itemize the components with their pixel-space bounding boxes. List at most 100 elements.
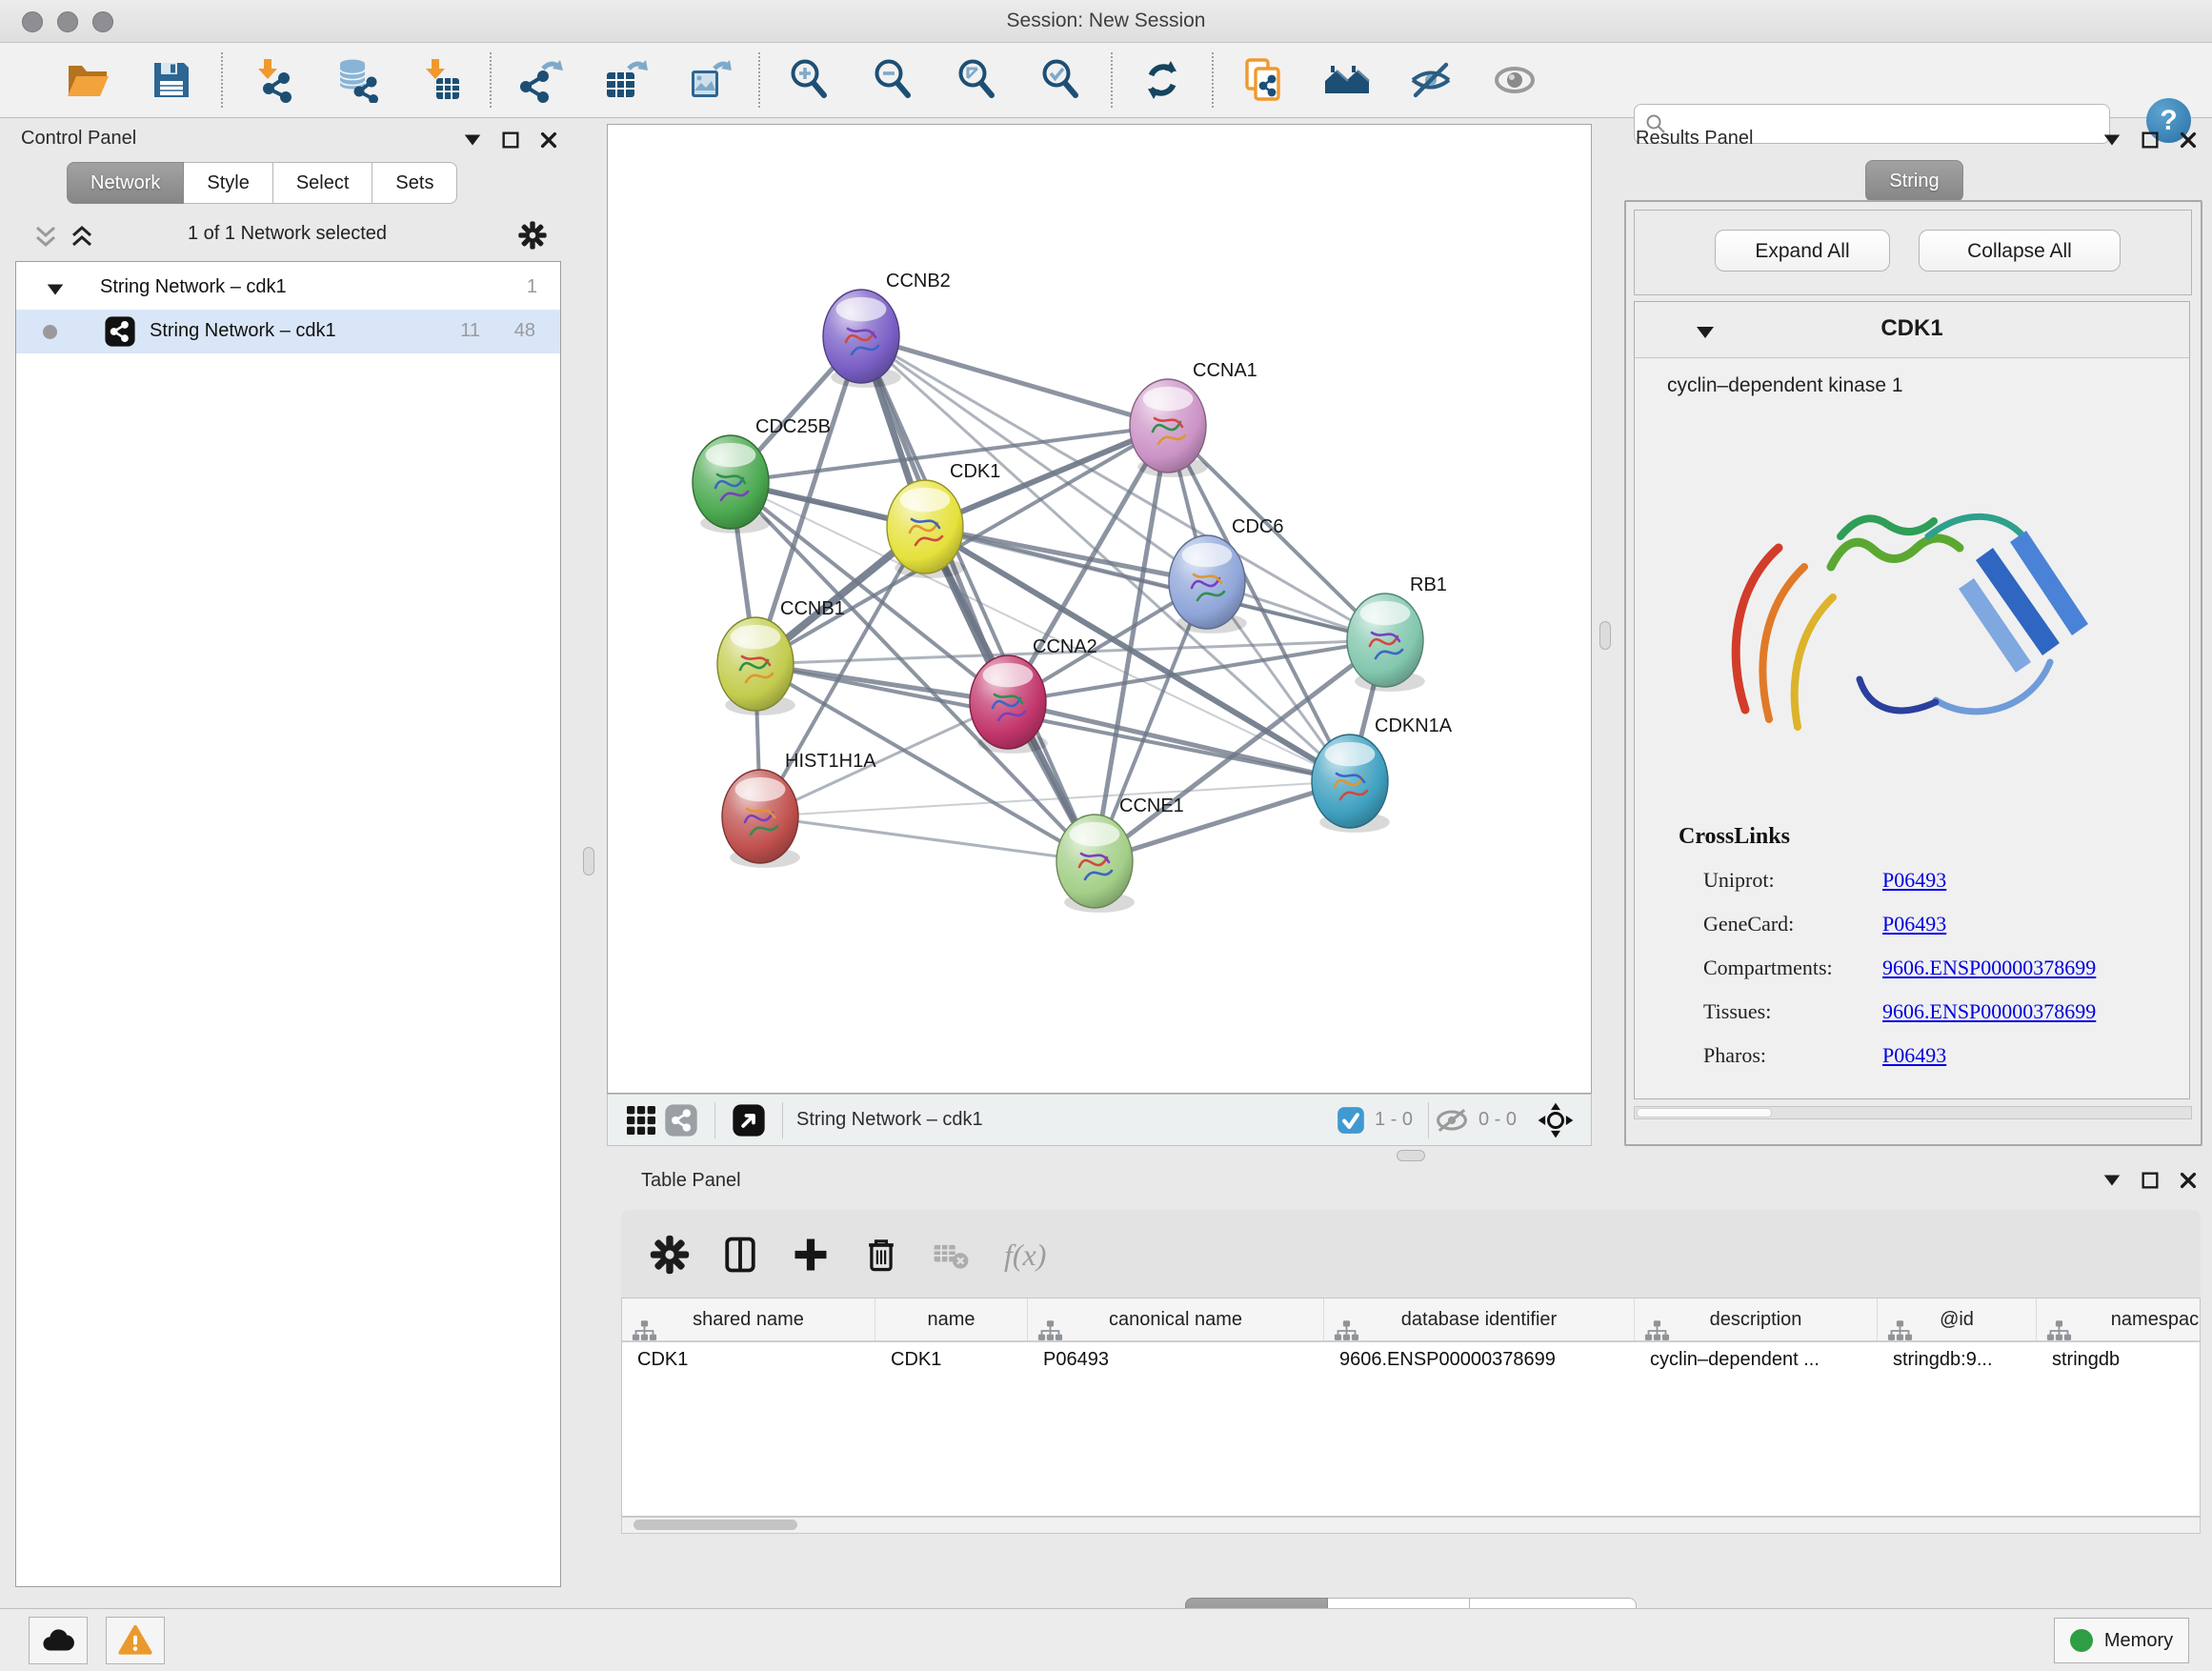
import-table-file-icon[interactable] — [416, 56, 464, 104]
first-neighbors-icon[interactable] — [1323, 56, 1371, 104]
network-options-gear-icon[interactable] — [517, 220, 548, 251]
crosslink-link[interactable]: 9606.ENSP00000378699 — [1882, 956, 2096, 999]
table-horizontal-scrollbar[interactable] — [621, 1517, 2201, 1534]
export-image-icon[interactable] — [685, 56, 733, 104]
scrollbar-thumb[interactable] — [633, 1520, 797, 1530]
table-row[interactable]: CDK1CDK1P064939606.ENSP00000378699cyclin… — [622, 1340, 2201, 1379]
float-panel-icon[interactable] — [2140, 130, 2161, 151]
control-panel-tabs: NetworkStyleSelectSets — [67, 162, 457, 204]
delete-column-icon[interactable] — [859, 1233, 903, 1277]
refresh-view-icon[interactable] — [1138, 56, 1186, 104]
table-options-icon[interactable] — [648, 1233, 692, 1277]
zoom-fit-icon[interactable] — [954, 56, 1001, 104]
crosslink-link[interactable]: P06493 — [1882, 912, 1946, 956]
close-panel-icon[interactable] — [2178, 1170, 2199, 1191]
tab-sets[interactable]: Sets — [372, 162, 457, 204]
column-label: shared name — [693, 1309, 804, 1331]
node-table: shared name namecanonical namedatabase id… — [621, 1298, 2201, 1517]
zoom-in-icon[interactable] — [786, 56, 834, 104]
node-CCNB2[interactable]: CCNB2 — [823, 271, 951, 388]
crosslink-link[interactable]: P06493 — [1882, 868, 1946, 912]
column-header-database-identifier[interactable]: database identifier — [1324, 1299, 1635, 1340]
expand-all-button[interactable]: Expand All — [1715, 230, 1890, 272]
network-graph[interactable]: CCNB2CCNA1CDC25BCDK1CDC6RB1CCNB1CCNA2CDK… — [608, 125, 1591, 1093]
toolbar-separator — [221, 52, 223, 108]
edge-CCNA2-CDKN1A[interactable] — [1008, 702, 1350, 781]
crosslink-label: Tissues: — [1703, 999, 1882, 1043]
left-splitter-grip[interactable] — [583, 847, 594, 876]
cloud-status-button[interactable] — [29, 1617, 88, 1664]
edge-HIST1H1A-CCNE1[interactable] — [760, 816, 1095, 861]
results-horizontal-scrollbar[interactable] — [1634, 1106, 2192, 1119]
node-CDKN1A[interactable]: CDKN1A — [1312, 715, 1453, 833]
hide-selected-icon[interactable] — [1407, 56, 1455, 104]
node-label-CCNE1: CCNE1 — [1119, 795, 1184, 816]
network-collection-row[interactable]: String Network – cdk1 1 — [16, 266, 560, 310]
table-panel: Table Panel f(x) shared namenamecanonica… — [607, 1164, 2212, 1608]
import-network-database-icon[interactable] — [332, 56, 380, 104]
close-panel-icon[interactable] — [2178, 130, 2199, 151]
table-cell: CDK1 — [622, 1340, 875, 1379]
export-network-icon[interactable] — [517, 56, 565, 104]
bottom-splitter-grip[interactable] — [1397, 1150, 1425, 1161]
warnings-button[interactable] — [106, 1617, 165, 1664]
collection-caret-icon[interactable] — [45, 279, 66, 296]
node-label-CDC6: CDC6 — [1232, 516, 1283, 537]
column-header-canonical-name[interactable]: canonical name — [1028, 1299, 1324, 1340]
window-title: Session: New Session — [0, 0, 2212, 42]
float-panel-icon[interactable] — [2140, 1170, 2161, 1191]
zoom-selected-icon[interactable] — [1037, 56, 1085, 104]
select-columns-icon[interactable] — [718, 1233, 762, 1277]
crosslinks-heading: CrossLinks — [1679, 824, 1790, 850]
crosslink-link[interactable]: P06493 — [1882, 1043, 1946, 1087]
column-header--id[interactable]: @id — [1878, 1299, 2037, 1340]
detach-view-icon[interactable] — [729, 1100, 769, 1140]
tab-select[interactable]: Select — [273, 162, 373, 204]
node-CCNE1[interactable]: CCNE1 — [1056, 795, 1184, 913]
edge-CCNB2-CCNE1[interactable] — [861, 336, 1095, 861]
network-row[interactable]: String Network – cdk1 11 48 — [16, 310, 560, 353]
duplicate-network-icon[interactable] — [1239, 56, 1287, 104]
node-HIST1H1A[interactable]: HIST1H1A — [722, 751, 876, 868]
grid-view-icon[interactable] — [621, 1100, 661, 1140]
node-label-HIST1H1A: HIST1H1A — [785, 751, 876, 772]
edge-CDKN1A-CCNE1[interactable] — [1095, 781, 1350, 861]
float-panel-icon[interactable] — [500, 130, 521, 151]
crosslink-label: Compartments: — [1703, 956, 1882, 999]
tab-string[interactable]: String — [1865, 160, 1962, 202]
save-session-icon[interactable] — [148, 56, 195, 104]
scrollbar-thumb[interactable] — [1637, 1108, 1772, 1117]
import-network-file-icon[interactable] — [249, 56, 296, 104]
export-table-icon[interactable] — [601, 56, 649, 104]
node-label-CDC25B: CDC25B — [755, 416, 831, 437]
hidden-eye-icon — [1435, 1100, 1469, 1140]
selected-checkbox-icon[interactable] — [1337, 1100, 1365, 1140]
create-column-icon[interactable] — [789, 1233, 833, 1277]
column-header-shared-name[interactable]: shared name — [622, 1299, 875, 1340]
birds-eye-view-icon[interactable] — [661, 1100, 701, 1140]
show-all-icon[interactable] — [1491, 56, 1538, 104]
column-header-description[interactable]: description — [1635, 1299, 1878, 1340]
panel-menu-icon[interactable] — [2101, 130, 2122, 151]
panel-menu-icon[interactable] — [462, 130, 483, 151]
column-header-namespace[interactable]: namespace — [2037, 1299, 2201, 1340]
close-panel-icon[interactable] — [538, 130, 559, 151]
center-view-icon[interactable] — [1536, 1100, 1576, 1140]
network-name: String Network – cdk1 — [150, 320, 336, 342]
collapse-all-button[interactable]: Collapse All — [1919, 230, 2121, 272]
network-view-canvas[interactable]: CCNB2CCNA1CDC25BCDK1CDC6RB1CCNB1CCNA2CDK… — [607, 124, 1592, 1094]
tab-network[interactable]: Network — [67, 162, 184, 204]
node-CCNA1[interactable]: CCNA1 — [1130, 360, 1257, 477]
edge-CCNB2-CCNA1[interactable] — [861, 336, 1168, 426]
zoom-out-icon[interactable] — [870, 56, 917, 104]
node-RB1[interactable]: RB1 — [1347, 574, 1447, 692]
toolbar-separator — [1111, 52, 1113, 108]
panel-menu-icon[interactable] — [2101, 1170, 2122, 1191]
memory-button[interactable]: Memory — [2054, 1618, 2189, 1663]
right-splitter-grip[interactable] — [1599, 621, 1611, 650]
crosslink-link[interactable]: 9606.ENSP00000378699 — [1882, 999, 2096, 1043]
tab-style[interactable]: Style — [184, 162, 272, 204]
open-session-icon[interactable] — [64, 56, 111, 104]
column-header-name[interactable]: name — [875, 1299, 1028, 1340]
table-cell: stringdb — [2037, 1340, 2201, 1379]
